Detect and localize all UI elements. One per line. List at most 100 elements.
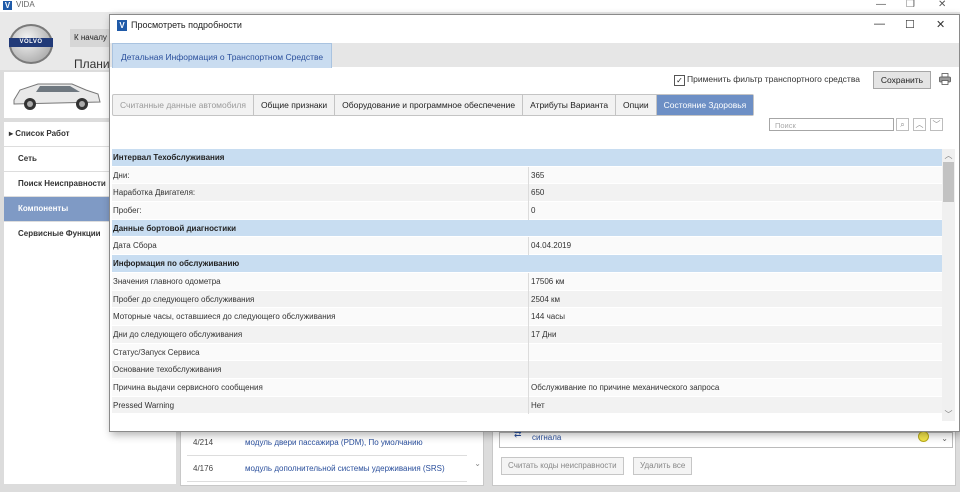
chevron-down-icon[interactable]: ⌄ [941,434,948,443]
vehicle-image-panel [4,72,110,118]
scrollbar-thumb[interactable] [943,162,954,202]
row-label: Пробег до следующего обслуживания [113,294,255,304]
row-label: Значения главного одометра [113,276,221,286]
table-row[interactable]: Причина выдачи сервисного сообщения Обслу… [112,378,942,397]
row-label: Интервал Техобслуживания [113,153,225,162]
vida-logo-icon: V [117,20,127,31]
table-row[interactable]: Дни: 365 [112,166,942,185]
app-close-icon[interactable]: ✕ [938,0,946,10]
details-tabs: Считанные данные автомобиля Общие призна… [112,94,755,116]
table-row[interactable]: Моторные часы, оставшиеся до следующего … [112,308,942,326]
print-icon[interactable] [939,73,951,85]
ecu-code: 4/214 [193,438,214,447]
row-label: Моторные часы, оставшиеся до следующего … [113,312,336,322]
row-value: 365 [528,166,544,185]
tab-vehicle-details[interactable]: Детальная Информация о Транспортном Сред… [112,43,333,68]
row-value: Нет [528,396,545,415]
tab-variant-attributes[interactable]: Атрибуты Варианта [523,95,617,115]
app-restore-icon[interactable]: ❐ [906,0,915,10]
brand-text: VOLVO [9,38,53,47]
details-dialog: V Просмотреть подробности — ☐ ✕ Детальна… [109,14,960,432]
search-icon[interactable]: ⌕ [896,118,909,131]
dialog-close-icon[interactable]: ✕ [936,18,945,31]
row-label: Наработка Двигателя: [113,188,196,198]
row-label: Статус/Запуск Сервиса [113,347,200,357]
save-button[interactable]: Сохранить [873,71,931,89]
car-icon [13,83,101,110]
row-label: Дата Сбора [113,241,157,251]
status-indicator-icon [918,431,929,442]
chevron-down-icon[interactable]: ﹀ [930,118,943,131]
list-item[interactable]: 4/214 модуль двери пассажира (PDM), По у… [187,431,467,456]
nav-item-components[interactable]: Компоненты [4,197,110,222]
row-label: Pressed Warning [113,400,175,410]
row-label: Дни: [113,170,130,180]
tab-hardware-software[interactable]: Оборудование и программное обеспечение [335,95,524,115]
health-status-table: Интервал Техобслуживания Дни: 365 Наработка… [112,149,942,415]
row-value [528,361,531,379]
row-value: 2504 км [528,290,560,309]
chevron-up-icon[interactable]: ︿ [913,118,926,131]
table-row[interactable]: Pressed Warning Нет [112,396,942,415]
table-row[interactable]: Пробег: 0 [112,202,942,220]
read-fault-codes-button[interactable]: Считать коды неисправности [501,457,624,475]
expand-icon: ▸ [9,129,14,138]
app-title: VIDA [16,0,35,9]
ecu-code: 4/176 [193,464,214,473]
row-value: 144 часы [528,308,565,326]
row-value [528,343,531,362]
app-titlebar: V VIDA — ❐ ✕ [0,0,960,12]
left-nav: ▸ Список Работ Сеть Поиск Неисправности … [4,122,110,247]
signal-select[interactable]: ⇄ сигнала ⌄ [499,429,953,448]
section-header-row[interactable]: Информация по обслуживанию [112,255,942,273]
table-row[interactable]: Дата Сбора 04.04.2019 [112,237,942,256]
list-item[interactable]: 4/176 модуль дополнительной системы удер… [187,457,467,482]
row-label: Причина выдачи сервисного сообщения [113,382,263,392]
table-row[interactable]: Статус/Запуск Сервиса [112,343,942,362]
table-row[interactable]: Дни до следующего обслуживания 17 Дни [112,325,942,344]
row-value: Обслуживание по причине механического за… [528,378,719,397]
tab-read-vehicle-data[interactable]: Считанные данные автомобиля [113,95,254,115]
scroll-down-icon[interactable]: ﹀ [942,409,955,420]
table-row[interactable]: Значения главного одометра 17506 км [112,272,942,291]
row-value: 650 [528,184,544,203]
scroll-up-icon[interactable]: ︿ [942,150,955,161]
table-row[interactable]: Наработка Двигателя: 650 [112,184,942,203]
nav-item-label: Список Работ [15,129,70,138]
nav-item-network[interactable]: Сеть [4,147,110,172]
tab-health-status[interactable]: Состояние Здоровья [656,95,754,115]
row-label: Основание техобслуживания [113,365,222,375]
fault-codes-panel: ⇄ сигнала ⌄ Считать коды неисправности У… [492,428,956,486]
table-row[interactable]: Пробег до следующего обслуживания 2504 км [112,290,942,309]
section-header-row[interactable]: Интервал Техобслуживания [112,149,942,167]
volvo-logo-icon: VOLVO [9,24,53,64]
ecu-name: модуль двери пассажира (PDM), По умолчан… [245,438,423,447]
dialog-minimize-icon[interactable]: — [874,18,885,30]
row-value: 0 [528,202,535,220]
tab-options[interactable]: Опции [616,95,657,115]
dialog-header-bar: Детальная Информация о Транспортном Сред… [110,43,959,68]
app-minimize-icon[interactable]: — [876,0,886,10]
section-header-row[interactable]: Данные бортовой диагностики [112,219,942,238]
nav-item-work-list[interactable]: ▸ Список Работ [4,122,110,147]
dialog-title: Просмотреть подробности [131,20,242,30]
vehicle-filter-label: Применить фильтр транспортного средства [687,74,860,84]
dialog-titlebar: V Просмотреть подробности — ☐ ✕ [110,15,959,39]
row-label: Информация по обслуживанию [113,259,240,269]
delete-all-button[interactable]: Удалить все [633,457,693,475]
signal-link[interactable]: сигнала [532,433,561,442]
tab-general-attributes[interactable]: Общие признаки [254,95,336,115]
row-value: 17 Дни [528,325,556,344]
ecu-name: модуль дополнительной системы удерживани… [245,464,445,473]
nav-item-fault-search[interactable]: Поиск Неисправности [4,172,110,197]
table-scrollbar[interactable]: ︿ ﹀ [942,149,955,421]
row-value: 04.04.2019 [528,237,571,256]
search-input[interactable]: Поиск [769,118,894,131]
vida-logo-icon: V [3,1,12,10]
row-label: Пробег: [113,206,142,216]
table-row[interactable]: Основание техобслуживания [112,361,942,379]
chevron-down-icon[interactable]: ⌄ [474,459,481,468]
dialog-maximize-icon[interactable]: ☐ [905,18,915,31]
vehicle-filter-checkbox[interactable]: ✓ [674,75,685,86]
ecu-list: 4/214 модуль двери пассажира (PDM), По у… [180,428,484,486]
